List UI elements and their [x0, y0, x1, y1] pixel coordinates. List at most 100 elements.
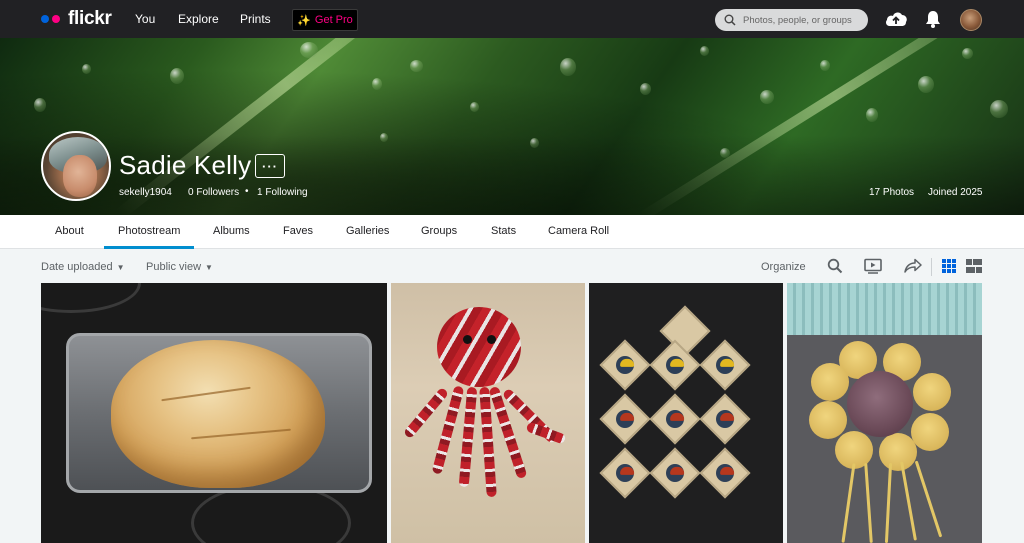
logo-text: flickr	[68, 8, 112, 29]
granny-square	[649, 393, 701, 445]
search-box[interactable]	[715, 9, 868, 31]
water-drop	[700, 46, 709, 56]
mushroom-cap	[720, 358, 735, 367]
toolbar-divider	[931, 258, 932, 276]
visibility-dropdown[interactable]: Public view ▼	[146, 261, 213, 273]
nav-prints[interactable]: Prints	[240, 12, 271, 26]
yarn-strand	[841, 463, 856, 543]
following-link[interactable]: 1 Following	[257, 187, 308, 198]
chevron-down-icon: ▼	[116, 262, 125, 272]
sunflower-petal	[879, 433, 917, 471]
sunflower-center	[847, 371, 913, 437]
granny-square	[599, 393, 651, 445]
granny-square	[699, 447, 751, 499]
sunflower-petal	[811, 363, 849, 401]
photo-bread-loaf[interactable]	[41, 283, 387, 543]
water-drop	[34, 98, 46, 112]
justified-view-icon[interactable]	[966, 259, 982, 273]
grid-view-icon[interactable]	[942, 259, 956, 273]
water-drop	[918, 76, 934, 93]
water-drop	[820, 60, 830, 71]
laundry-basket	[787, 283, 982, 335]
visibility-label: Public view	[146, 261, 202, 273]
profile-name: Sadie Kelly	[119, 150, 252, 180]
meta-separator: •	[245, 186, 249, 197]
chevron-down-icon: ▼	[205, 262, 213, 272]
mushroom-cap	[620, 358, 635, 367]
top-nav: flickr You Explore Prints ✨ Get Pro	[0, 0, 1024, 38]
get-pro-button[interactable]: ✨ Get Pro	[292, 9, 358, 31]
water-drop	[470, 102, 479, 112]
tab-stats[interactable]: Stats	[491, 225, 516, 237]
tab-groups[interactable]: Groups	[421, 225, 457, 237]
sunflower-petal	[809, 401, 847, 439]
sparkle-icon: ✨	[297, 14, 311, 27]
share-icon[interactable]	[904, 258, 922, 274]
water-drop	[640, 83, 651, 95]
mushroom-cap	[720, 466, 735, 475]
stove-burner	[41, 283, 141, 313]
search-input[interactable]	[743, 14, 861, 26]
sunflower-petal	[913, 373, 951, 411]
tab-albums[interactable]: Albums	[213, 225, 250, 237]
more-options-button[interactable]: ···	[255, 154, 285, 178]
profile-avatar[interactable]	[41, 131, 111, 201]
flickr-logo[interactable]: flickr	[41, 8, 112, 29]
water-drop	[372, 78, 382, 90]
mushroom-cap	[620, 466, 635, 475]
water-drop	[560, 58, 576, 76]
organize-link[interactable]: Organize	[761, 261, 806, 273]
sort-dropdown[interactable]: Date uploaded ▼	[41, 261, 124, 273]
photo-granny-squares[interactable]	[589, 283, 783, 543]
tab-camera-roll[interactable]: Camera Roll	[548, 225, 609, 237]
user-avatar[interactable]	[960, 9, 982, 31]
photo-crochet-sunflower[interactable]	[787, 283, 982, 543]
water-drop	[760, 90, 774, 104]
upload-cloud-icon[interactable]	[884, 10, 908, 28]
water-drop	[866, 108, 878, 122]
mushroom-cap	[620, 412, 635, 421]
followers-link[interactable]: 0 Followers	[188, 187, 239, 198]
profile-tabs: About Photostream Albums Faves Galleries…	[0, 215, 1024, 249]
get-pro-label: Get Pro	[314, 14, 353, 26]
photo-count: 17 Photos	[869, 187, 915, 198]
slideshow-icon[interactable]	[864, 258, 882, 274]
granny-square	[699, 393, 751, 445]
photo-crochet-octopus[interactable]	[391, 283, 585, 543]
octopus-eye	[487, 335, 496, 344]
mushroom-cap	[720, 412, 735, 421]
mushroom-cap	[670, 358, 685, 367]
bell-icon[interactable]	[925, 10, 941, 28]
bread-loaf	[111, 340, 325, 488]
nav-explore[interactable]: Explore	[178, 12, 219, 26]
water-drop	[170, 68, 184, 84]
nav-you[interactable]: You	[135, 12, 155, 26]
octopus-eye	[463, 335, 472, 344]
logo-pink-dot	[52, 15, 60, 23]
yarn-strand	[864, 462, 873, 543]
avatar-face	[63, 155, 97, 197]
active-tab-indicator	[104, 246, 194, 249]
water-drop	[962, 48, 973, 59]
sunflower-petal	[911, 413, 949, 451]
granny-square	[699, 339, 751, 391]
granny-square	[599, 447, 651, 499]
water-drop	[82, 64, 91, 74]
screen-name: sekelly1904	[119, 187, 172, 198]
granny-square	[649, 447, 701, 499]
tab-about[interactable]: About	[55, 225, 84, 237]
mushroom-cap	[670, 412, 685, 421]
search-icon[interactable]	[827, 258, 843, 274]
tab-galleries[interactable]: Galleries	[346, 225, 389, 237]
logo-blue-dot	[41, 15, 49, 23]
yarn-strand	[900, 461, 917, 541]
joined-date: Joined 2025	[928, 187, 983, 198]
tab-photostream[interactable]: Photostream	[118, 225, 180, 237]
search-icon	[724, 14, 736, 26]
yarn-strand	[884, 462, 893, 543]
granny-square	[599, 339, 651, 391]
photostream-toolbar: Date uploaded ▼ Public view ▼ Organize	[0, 250, 1024, 283]
water-drop	[990, 100, 1008, 118]
tab-faves[interactable]: Faves	[283, 225, 313, 237]
water-drop	[300, 42, 318, 58]
